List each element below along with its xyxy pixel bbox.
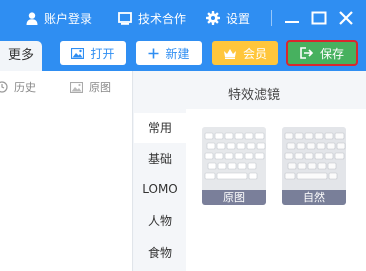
export-icon (300, 47, 314, 59)
tech-cooperation-label: 技术合作 (138, 11, 187, 26)
vip-button[interactable]: 会员 (212, 41, 278, 65)
user-icon (26, 11, 38, 25)
new-button-label: 新建 (165, 46, 190, 61)
left-panel: 历史 原图 (0, 71, 133, 271)
toolbar: 更多 打开 新建 会员 保存 (0, 35, 366, 71)
image-icon (70, 81, 83, 93)
original-label: 原图 (89, 81, 111, 94)
more-tab[interactable]: 更多 (0, 41, 42, 71)
settings-link[interactable]: 设置 (206, 9, 250, 27)
monitor-icon (118, 11, 132, 25)
title-divider (271, 10, 272, 26)
close-icon (339, 11, 353, 25)
save-button[interactable]: 保存 (286, 40, 358, 66)
category-portrait[interactable]: 人物 (134, 206, 186, 236)
maximize-icon (311, 11, 327, 25)
minimize-button[interactable] (282, 8, 302, 28)
category-basic[interactable]: 基础 (134, 144, 186, 174)
account-login-label: 账户登录 (44, 11, 93, 26)
filter-thumbnail-natural[interactable]: 自然 (282, 127, 346, 205)
filter-thumbnail-label: 自然 (282, 190, 346, 205)
filter-thumbnail-grid: 原图 自然 (186, 109, 366, 271)
gear-icon (206, 11, 220, 25)
image-icon (71, 47, 85, 59)
clock-icon (0, 81, 8, 93)
minimize-icon (285, 21, 299, 23)
crown-icon (223, 48, 236, 59)
settings-label: 设置 (226, 11, 251, 26)
open-button[interactable]: 打开 (60, 41, 126, 65)
plus-icon (148, 48, 159, 58)
category-food[interactable]: 食物 (134, 238, 186, 268)
category-common[interactable]: 常用 (134, 113, 186, 143)
original-button[interactable]: 原图 (70, 79, 111, 95)
title-bar: 账户登录 技术合作 设置 (0, 0, 366, 35)
open-button-label: 打开 (90, 46, 115, 61)
account-login-link[interactable]: 账户登录 (26, 9, 92, 27)
filter-panel-title: 特效滤镜 (227, 88, 280, 103)
filter-thumbnail-label: 原图 (202, 190, 266, 205)
history-label: 历史 (14, 81, 36, 94)
filter-panel: 特效滤镜 常用 基础 LOMO 人物 食物 原图 自然 (134, 71, 366, 271)
vip-button-label: 会员 (242, 46, 267, 61)
maximize-button[interactable] (309, 8, 329, 28)
tech-cooperation-link[interactable]: 技术合作 (118, 9, 186, 27)
save-button-label: 保存 (319, 46, 344, 61)
filter-thumbnail-original[interactable]: 原图 (202, 127, 266, 205)
new-button[interactable]: 新建 (136, 41, 202, 65)
close-button[interactable] (336, 8, 356, 28)
category-lomo[interactable]: LOMO (134, 174, 186, 204)
history-button[interactable]: 历史 (0, 79, 36, 95)
filter-category-list: 常用 基础 LOMO 人物 食物 (134, 109, 186, 271)
